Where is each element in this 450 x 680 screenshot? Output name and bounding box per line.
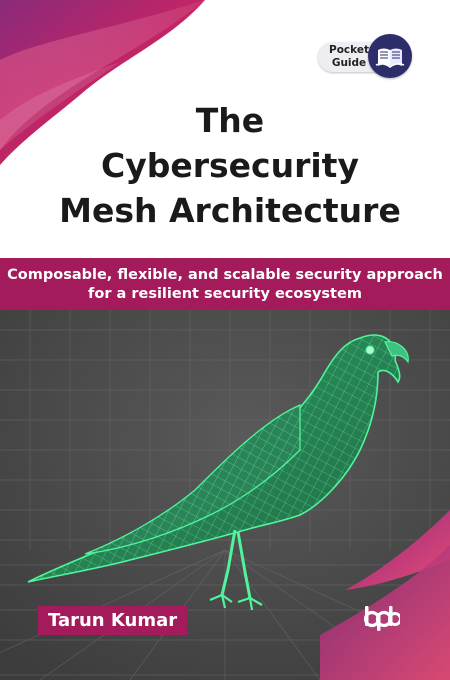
subtitle-band: Composable, flexible, and scalable secur…	[0, 258, 450, 310]
title-line-2: Cybersecurity	[101, 146, 359, 185]
book-cover: Pocket Guide The Cybersecurity Mesh Arch…	[0, 0, 450, 680]
pocket-label: Pocket	[329, 44, 369, 56]
book-title: The Cybersecurity Mesh Architecture	[20, 98, 440, 233]
subtitle-line-2: for a resilient security ecosystem	[88, 286, 362, 302]
pocket-guide-text: Pocket Guide	[324, 44, 374, 69]
title-line-3: Mesh Architecture	[59, 191, 401, 230]
title-line-1: The	[195, 101, 265, 140]
open-book-icon	[368, 34, 412, 78]
author-name: Tarun Kumar	[38, 606, 188, 635]
publisher-logo	[363, 604, 402, 636]
book-subtitle: Composable, flexible, and scalable secur…	[0, 266, 450, 304]
pocket-guide-badge: Pocket Guide	[318, 34, 412, 78]
guide-label: Guide	[331, 56, 367, 69]
subtitle-line-1: Composable, flexible, and scalable secur…	[7, 267, 443, 283]
